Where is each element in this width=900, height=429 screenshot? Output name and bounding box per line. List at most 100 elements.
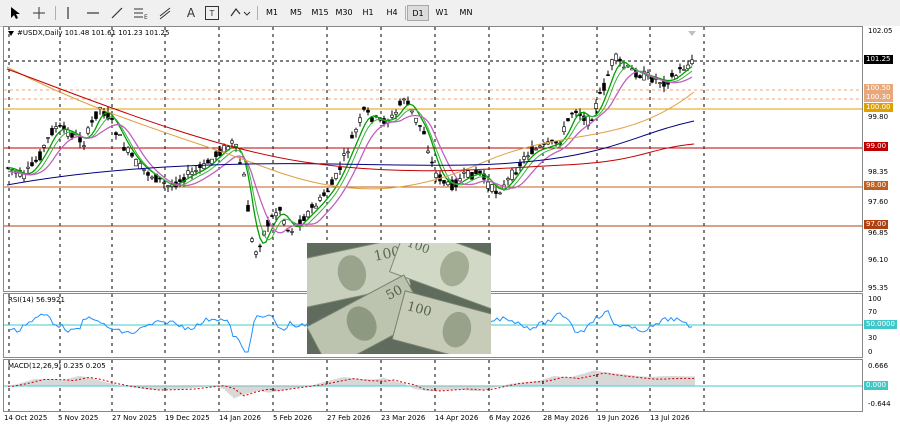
date-label: 27 Nov 2025 [112, 414, 157, 422]
timeframe-w1[interactable]: W1 [431, 5, 453, 21]
timeframe-m30[interactable]: M30 [333, 5, 355, 21]
macd-zero-tag: 0.000 [864, 381, 889, 390]
candle-body [550, 139, 554, 142]
dropdown-triangle-icon [8, 30, 14, 36]
macd-pane[interactable]: MACD(12,26,9) 0.235 0.205 [3, 359, 863, 412]
horizontal-line-tool-icon[interactable] [84, 4, 102, 22]
candle-body [242, 173, 246, 177]
rsi-scale-label: 100 [868, 295, 882, 303]
candle-body [126, 147, 130, 153]
trendline-tool-icon[interactable] [108, 4, 126, 22]
candle-body [166, 185, 170, 187]
candle-body [598, 91, 602, 94]
candle-body [670, 72, 674, 77]
candle-body [422, 130, 426, 135]
candle-body [254, 251, 258, 255]
rsi-title: RSI(14) 56.9921 [8, 296, 65, 304]
candle-body [306, 211, 310, 218]
price-axis: 102.05 101.25 100.50 100.30 100.00 99.80… [863, 26, 900, 292]
macd-scale-label: 0.666 [868, 362, 889, 370]
candle-body [78, 136, 82, 143]
timeframe-m15[interactable]: M15 [309, 5, 331, 21]
candle-body [446, 181, 450, 186]
candle-body [690, 59, 694, 64]
candle-body [346, 151, 350, 154]
vertical-line-tool-icon[interactable] [59, 4, 77, 22]
candle-body [414, 117, 418, 123]
price-label: 99.80 [868, 113, 889, 121]
candle-body [410, 110, 414, 113]
timeframe-h1[interactable]: H1 [357, 5, 379, 21]
candle-body [178, 179, 182, 182]
candle-body [486, 181, 490, 189]
candle-body [398, 100, 402, 106]
candle-body [362, 106, 366, 110]
candle-body [290, 231, 294, 233]
toolbar: E A T M1 M5 M15 M30 H1 H4 D1 W1 MN [0, 0, 900, 27]
candle-body [350, 134, 354, 139]
level-tag: 100.30 [864, 93, 893, 102]
shapes-tool-icon[interactable] [228, 4, 252, 22]
date-label: 6 May 2026 [489, 414, 531, 422]
candle-body [454, 179, 458, 188]
fast-ma-line [7, 61, 693, 245]
candle-body [490, 184, 494, 192]
candle-body [190, 171, 194, 175]
candle-body [34, 159, 38, 162]
candle-body [526, 155, 530, 158]
dollar-bills-image: 100 100 50 100 [307, 243, 491, 354]
candle-body [202, 163, 206, 169]
candle-body [682, 69, 686, 71]
date-label: 23 Mar 2026 [381, 414, 426, 422]
candle-body [462, 171, 466, 174]
candle-body [194, 170, 198, 172]
rsi-value-tag: 50.0000 [864, 320, 897, 329]
candle-body [310, 204, 314, 208]
candle-body [90, 120, 94, 123]
label-tool-icon[interactable]: T [203, 4, 221, 22]
date-label: 5 Nov 2025 [58, 414, 99, 422]
cursor-tool-icon[interactable] [6, 4, 24, 22]
candle-body [38, 151, 42, 161]
date-label: 13 Jul 2026 [650, 414, 690, 422]
candle-body [186, 170, 190, 175]
candle-body [434, 172, 438, 178]
timeframe-h4[interactable]: H4 [381, 5, 403, 21]
candle-body [26, 166, 30, 169]
rsi-scale-label: 0 [868, 348, 873, 356]
candle-body [570, 112, 574, 115]
macd-canvas[interactable] [4, 360, 862, 411]
text-tool-icon[interactable]: A [182, 4, 200, 22]
timeframe-m5[interactable]: M5 [285, 5, 307, 21]
date-label: 27 Feb 2026 [327, 414, 371, 422]
candle-body [86, 127, 90, 134]
channel-tool-icon[interactable] [156, 4, 174, 22]
candle-body [370, 117, 374, 123]
candle-body [658, 82, 662, 84]
candle-body [638, 75, 642, 79]
macd-scale-label: -0.644 [868, 400, 891, 408]
candle-body [282, 220, 286, 225]
candle-body [258, 245, 262, 248]
candle-body [274, 212, 278, 217]
candle-body [322, 192, 326, 196]
timeframe-d1[interactable]: D1 [407, 5, 429, 21]
timeframe-mn[interactable]: MN [455, 5, 477, 21]
crosshair-tool-icon[interactable] [30, 4, 48, 22]
timeframe-m1[interactable]: M1 [261, 5, 283, 21]
candle-body [358, 117, 362, 123]
candle-body [326, 190, 330, 193]
candle-body [122, 147, 126, 151]
symbol-title: #USDX,Daily 101.48 101.61 101.23 101.25 [17, 29, 170, 37]
candle-body [594, 103, 598, 109]
scroll-marker-icon [688, 31, 696, 36]
candle-body [514, 172, 518, 175]
candle-body [366, 109, 370, 113]
candle-body [510, 169, 514, 180]
fibonacci-tool-icon[interactable]: E [132, 4, 150, 22]
date-label: 19 Jun 2026 [597, 414, 640, 422]
candle-body [94, 111, 98, 119]
candle-body [614, 53, 618, 61]
candle-body [70, 133, 74, 138]
rsi-scale-label: 70 [868, 308, 877, 316]
